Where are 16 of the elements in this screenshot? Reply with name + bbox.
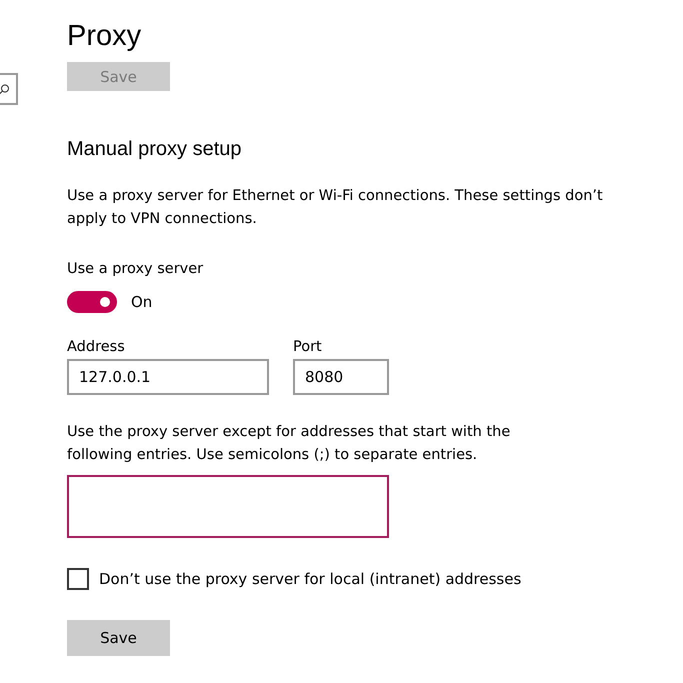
toggle-state: On [131,293,152,311]
checkbox-label: Don’t use the proxy server for local (intranet) addresses [99,570,522,588]
toggle-label: Use a proxy server [67,260,204,279]
search-icon [0,84,10,94]
field-label: Address [67,338,126,357]
page-title: Proxy [67,19,142,54]
port-field[interactable]: 8080 [293,359,389,395]
section-heading: Manual proxy setup [67,137,243,162]
toggle-switch[interactable] [67,291,117,313]
save-button[interactable]: Save [67,620,170,656]
field-label: Port [293,338,323,357]
exceptions-label: Use the proxy server except for addresses that start with the following entries. Use semicolons (;) to separate entries. [67,423,512,465]
exceptions-field[interactable] [67,475,389,538]
description-text: Use a proxy server for Ethernet or Wi-Fi connections. These settings don’t apply to VPN connections. [67,187,604,229]
checkbox[interactable] [67,568,89,590]
address-field[interactable]: 127.0.0.1 [67,359,269,395]
